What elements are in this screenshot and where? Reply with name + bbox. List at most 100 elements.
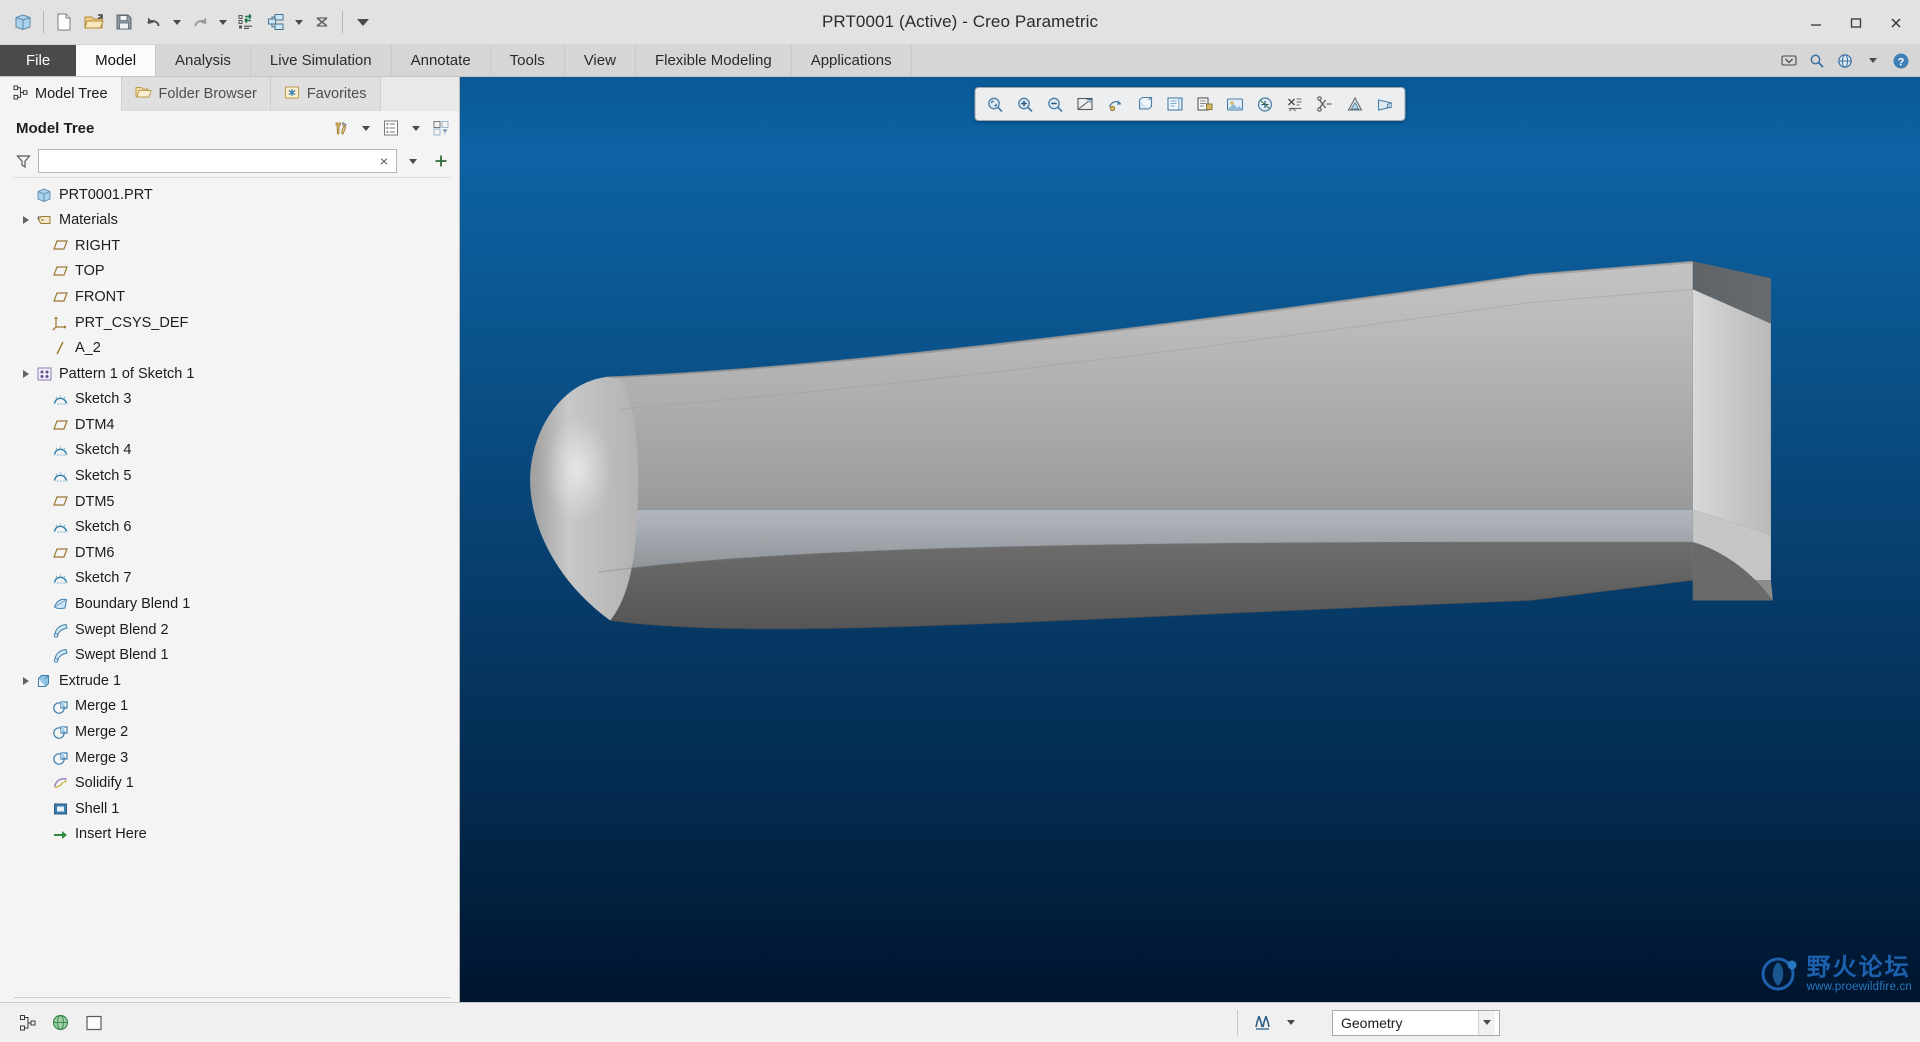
tree-item-sketch-3[interactable]: Sketch 3 [14,387,451,413]
tree-filters-icon[interactable] [429,115,453,141]
search-options-dropdown-icon[interactable] [401,148,425,174]
appearance-gallery-icon[interactable] [1341,91,1370,118]
view-manager-icon[interactable] [1191,91,1220,118]
redo-icon[interactable] [185,7,215,37]
tree-item-sketch-7[interactable]: Sketch 7 [14,566,451,592]
add-filter-icon[interactable] [429,148,453,174]
save-icon[interactable] [109,7,139,37]
settings-dropdown-icon[interactable] [354,115,378,141]
tree-item-insert-here[interactable]: Insert Here [14,822,451,848]
customize-icon[interactable] [348,7,378,37]
tree-item-boundary-blend-1[interactable]: Boundary Blend 1 [14,592,451,618]
datum-display-icon[interactable] [1251,91,1280,118]
tree-columns-icon[interactable] [379,115,403,141]
open-icon[interactable] [79,7,109,37]
close-window-icon[interactable] [307,7,337,37]
redo-dropdown-icon[interactable] [215,8,231,36]
close-button[interactable] [1876,4,1916,42]
tree-item-sketch-6[interactable]: Sketch 6 [14,515,451,541]
regenerate-icon[interactable] [231,7,261,37]
minimize-button[interactable] [1796,4,1836,42]
settings-tools-icon[interactable] [329,115,353,141]
tree-item-dtm4[interactable]: DTM4 [14,412,451,438]
selection-dropdown-icon[interactable] [1277,1009,1304,1036]
tree-item-right[interactable]: RIGHT [14,233,451,259]
zoom-out-icon[interactable] [1041,91,1070,118]
saved-orientations-icon[interactable] [1161,91,1190,118]
tree-item-merge-1[interactable]: Merge 1 [14,694,451,720]
tab-live-simulation[interactable]: Live Simulation [251,45,392,76]
help-center-icon[interactable] [1832,47,1858,75]
tree-item-label: Sketch 3 [75,391,132,408]
help-dropdown-icon[interactable] [1860,47,1886,75]
maximize-button[interactable] [1836,4,1876,42]
model-tree-toggle-icon[interactable] [14,1009,41,1036]
selection-tool-icon[interactable] [1248,1009,1275,1036]
tab-tools[interactable]: Tools [491,45,565,76]
tab-flexible-modeling[interactable]: Flexible Modeling [636,45,792,76]
annotation-display-icon[interactable] [1281,91,1310,118]
tree-item-extrude-1[interactable]: Extrude 1 [14,668,451,694]
tree-item-front[interactable]: FRONT [14,284,451,310]
tree-item-a-2[interactable]: A_2 [14,336,451,362]
tab-model[interactable]: Model [76,45,157,76]
expand-arrow-icon[interactable] [18,677,34,686]
search-input[interactable] [43,153,376,169]
datum-plane-icon [50,264,70,279]
model-tree[interactable]: PRT0001.PRT Materials RIGHT TOP FRONT PRT_CSY… [14,177,451,998]
new-icon[interactable] [49,7,79,37]
scene-icon[interactable] [1221,91,1250,118]
tree-item-solidify-1[interactable]: Solidify 1 [14,771,451,797]
tab-view[interactable]: View [565,45,636,76]
tree-item-prt-csys-def[interactable]: PRT_CSYS_DEF [14,310,451,336]
window-switch-icon[interactable] [261,7,291,37]
tree-item-materials[interactable]: Materials [14,208,451,234]
tree-item-shell-1[interactable]: Shell 1 [14,796,451,822]
model-geometry[interactable] [460,77,1920,1002]
help-icon[interactable]: ? [1888,47,1914,75]
full-screen-icon[interactable] [80,1009,107,1036]
tree-item-prt0001-prt[interactable]: PRT0001.PRT [14,182,451,208]
nav-tab-folder-browser[interactable]: Folder Browser [121,77,271,111]
tree-item-merge-2[interactable]: Merge 2 [14,719,451,745]
browser-toggle-icon[interactable] [47,1009,74,1036]
spin-cut-icon[interactable] [1311,91,1340,118]
tree-columns-dropdown-icon[interactable] [404,115,428,141]
tree-item-dtm6[interactable]: DTM6 [14,540,451,566]
tree-item-pattern-1-of-sketch-1[interactable]: Pattern 1 of Sketch 1 [14,361,451,387]
tab-annotate[interactable]: Annotate [392,45,491,76]
search-icon[interactable] [1804,47,1830,75]
app-icon[interactable] [8,7,38,37]
repaint-icon[interactable] [1071,91,1100,118]
display-style-icon[interactable] [1131,91,1160,118]
clear-search-icon[interactable]: × [376,154,392,168]
tree-item-swept-blend-2[interactable]: Swept Blend 2 [14,617,451,643]
expand-arrow-icon[interactable] [18,369,34,378]
tree-item-sketch-5[interactable]: Sketch 5 [14,464,451,490]
selection-filter-arrow-icon[interactable] [1478,1010,1495,1035]
window-dropdown-icon[interactable] [291,8,307,36]
perspective-view-icon[interactable] [1371,91,1400,118]
undo-dropdown-icon[interactable] [169,8,185,36]
refit-icon[interactable] [981,91,1010,118]
tree-item-top[interactable]: TOP [14,259,451,285]
boundary-blend-icon [50,596,70,612]
selection-filter-dropdown[interactable]: Geometry [1332,1009,1500,1036]
tree-item-merge-3[interactable]: Merge 3 [14,745,451,771]
model-front-upper [595,263,1693,510]
graphics-window[interactable]: 野火论坛 www.proewildfire.cn [460,77,1920,1002]
tree-item-dtm5[interactable]: DTM5 [14,489,451,515]
minimize-ribbon-icon[interactable] [1776,47,1802,75]
tab-analysis[interactable]: Analysis [156,45,251,76]
tab-applications[interactable]: Applications [792,45,912,76]
tree-item-sketch-4[interactable]: Sketch 4 [14,438,451,464]
undo-icon[interactable] [139,7,169,37]
tree-filter-row: × [0,145,459,177]
spin-center-icon[interactable] [1101,91,1130,118]
tab-file[interactable]: File [0,45,77,76]
expand-arrow-icon[interactable] [18,216,34,225]
nav-tab-favorites[interactable]: Favorites [270,77,381,111]
tree-item-swept-blend-1[interactable]: Swept Blend 1 [14,643,451,669]
zoom-in-icon[interactable] [1011,91,1040,118]
nav-tab-model-tree[interactable]: Model Tree [0,77,122,111]
